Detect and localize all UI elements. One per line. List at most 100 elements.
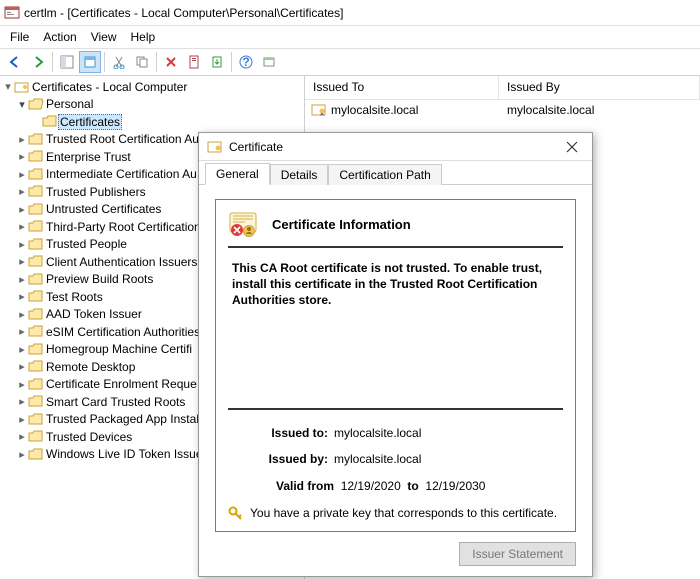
certificate-info-heading: Certificate Information [272,217,411,232]
list-header: Issued To Issued By [305,76,700,100]
tree-folder-label: Trusted Devices [44,430,134,444]
folder-icon [28,430,44,443]
tree-folder-label: Preview Build Roots [44,272,155,286]
expand-icon[interactable]: ▸ [16,325,28,338]
folder-open-icon [28,98,44,111]
folder-icon [28,343,44,356]
tree-folder-label: Test Roots [44,290,105,304]
collapse-icon[interactable]: ▾ [16,98,28,111]
expand-icon[interactable]: ▸ [16,308,28,321]
cert-warning-icon [228,210,262,238]
properties-button[interactable] [79,51,101,73]
dialog-title: Certificate [229,140,283,154]
back-button[interactable] [4,51,26,73]
folder-icon [28,185,44,198]
folder-icon [28,360,44,373]
tree-folder-label: Untrusted Certificates [44,202,163,216]
expand-icon[interactable]: ▸ [16,185,28,198]
tree-certificates[interactable]: Certificates [0,113,304,131]
valid-to-label: to [407,479,418,493]
expand-icon[interactable]: ▸ [16,290,28,303]
cell-issued-by: mylocalsite.local [499,103,594,117]
tree-folder-label: Smart Card Trusted Roots [44,395,187,409]
collapse-icon[interactable]: ▾ [2,80,14,93]
close-button[interactable] [558,137,586,157]
folder-icon [28,448,44,461]
expand-icon[interactable]: ▸ [16,448,28,461]
expand-icon[interactable]: ▸ [16,203,28,216]
folder-icon [28,220,44,233]
menu-view[interactable]: View [91,30,117,44]
properties-sheet-button[interactable] [183,51,205,73]
trust-warning-text: This CA Root certificate is not trusted.… [228,248,563,313]
cert-icon [207,140,223,154]
menu-action[interactable]: Action [43,30,76,44]
tree-folder-label: Trusted Packaged App Instal [44,412,201,426]
expand-icon[interactable]: ▸ [16,238,28,251]
tree-folder-label: AAD Token Issuer [44,307,144,321]
expand-icon[interactable]: ▸ [16,395,28,408]
show-hide-tree-button[interactable] [56,51,78,73]
cert-store-icon [14,80,30,94]
tab-certification-path[interactable]: Certification Path [328,164,441,185]
window-title: certlm - [Certificates - Local Computer\… [24,6,343,20]
col-issued-by[interactable]: Issued By [499,76,700,99]
tree-certificates-label: Certificates [58,114,122,130]
expand-icon[interactable]: ▸ [16,220,28,233]
folder-icon [28,238,44,251]
valid-from-label: Valid from [276,479,334,493]
folder-icon [28,133,44,146]
tree-root[interactable]: ▾ Certificates - Local Computer [0,78,304,96]
expand-icon[interactable]: ▸ [16,133,28,146]
expand-icon[interactable]: ▸ [16,360,28,373]
folder-icon [28,308,44,321]
expand-icon[interactable]: ▸ [16,150,28,163]
certificate-info-panel: Certificate Information This CA Root cer… [215,199,576,532]
tree-folder-label: Trusted Root Certification Au [44,132,201,146]
forward-button[interactable] [27,51,49,73]
certificate-dialog: Certificate General Details Certificatio… [198,132,593,577]
expand-icon[interactable]: ▸ [16,255,28,268]
folder-icon [28,255,44,268]
cell-issued-to: mylocalsite.local [331,103,418,117]
dialog-titlebar[interactable]: Certificate [199,133,592,161]
tab-details[interactable]: Details [270,164,329,185]
toolbar: ? [0,48,700,76]
tab-general[interactable]: General [205,163,270,185]
issuer-statement-button: Issuer Statement [459,542,576,566]
tree-folder-label: Intermediate Certification Au [44,167,199,181]
expand-icon[interactable]: ▸ [16,168,28,181]
tree-folder-label: Client Authentication Issuers [44,255,199,269]
list-row[interactable]: mylocalsite.local mylocalsite.local [305,100,700,120]
issued-to-value: mylocalsite.local [334,426,421,440]
tree-folder-label: Trusted People [44,237,129,251]
tabstrip: General Details Certification Path [199,161,592,185]
folder-icon [28,325,44,338]
menu-file[interactable]: File [10,30,29,44]
tree-personal-label: Personal [44,97,95,111]
window-titlebar: certlm - [Certificates - Local Computer\… [0,0,700,26]
app-icon [4,5,20,21]
col-issued-to[interactable]: Issued To [305,76,499,99]
cut-button[interactable] [108,51,130,73]
folder-icon [28,413,44,426]
valid-to-value: 12/19/2030 [425,479,485,493]
delete-button[interactable] [160,51,182,73]
manage-button[interactable] [258,51,280,73]
expand-icon[interactable]: ▸ [16,273,28,286]
folder-icon [28,150,44,163]
folder-icon [28,290,44,303]
help-button[interactable]: ? [235,51,257,73]
tree-personal[interactable]: ▾ Personal [0,96,304,114]
folder-icon [28,378,44,391]
folder-icon [28,203,44,216]
expand-icon[interactable]: ▸ [16,413,28,426]
tree-folder-label: eSIM Certification Authorities [44,325,202,339]
expand-icon[interactable]: ▸ [16,343,28,356]
export-button[interactable] [206,51,228,73]
expand-icon[interactable]: ▸ [16,378,28,391]
menu-help[interactable]: Help [131,30,156,44]
expand-icon[interactable]: ▸ [16,430,28,443]
copy-button[interactable] [131,51,153,73]
folder-icon [28,273,44,286]
